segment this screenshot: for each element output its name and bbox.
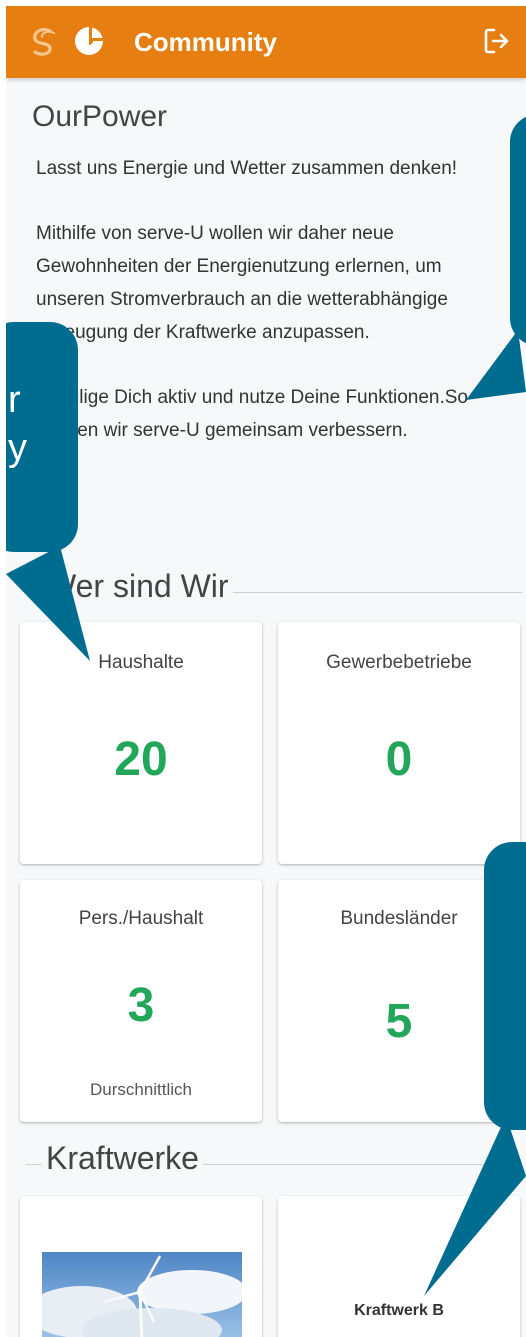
tutorial-pointers	[6, 330, 526, 1296]
community-screen: Community OurPower Lasst uns Energie und…	[6, 6, 526, 1337]
pointer-right-top	[466, 330, 526, 400]
pointer-right-bottom	[424, 1116, 526, 1296]
pointer-left	[6, 546, 90, 661]
